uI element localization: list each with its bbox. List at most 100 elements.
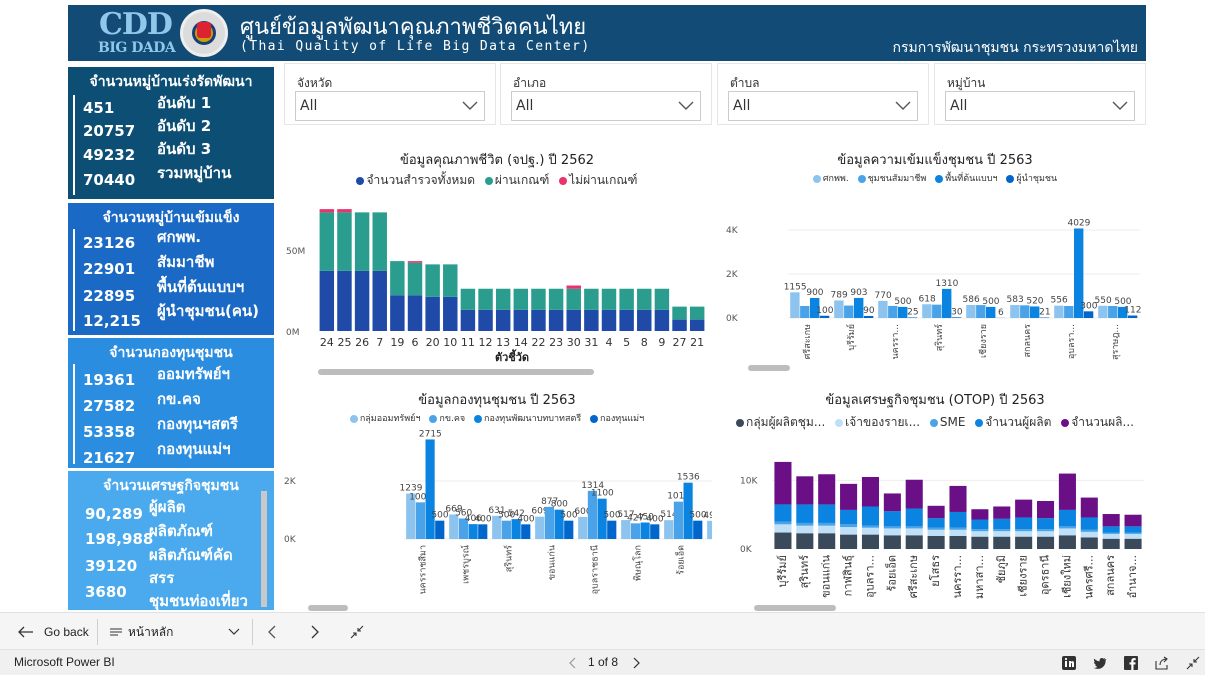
- bar-0: [535, 516, 545, 539]
- bar-0: [922, 304, 932, 318]
- data-label: 2715: [419, 429, 442, 439]
- x-tick-label: 31: [584, 336, 598, 349]
- next-page-button[interactable]: [311, 613, 319, 651]
- x-tick-label: พิษณุโลก: [633, 545, 644, 581]
- bar-1: [1080, 531, 1098, 538]
- chevron-right-icon[interactable]: [629, 656, 643, 670]
- page-indicator: 1 of 8: [588, 655, 619, 669]
- data-label: 496: [703, 511, 712, 521]
- x-tick-label: มหาสา...: [973, 555, 986, 599]
- chart-community-strength[interactable]: ข้อมูลความเข้มแข็งชุมชน ปี 2563 ศกพพ. ชุ…: [724, 143, 1146, 375]
- chart-otop-economy[interactable]: ข้อมูลเศรษฐกิจชุมชน (OTOP) ปี 2563 กลุ่ม…: [724, 383, 1146, 611]
- bar-0: [1102, 538, 1120, 549]
- bar-3: [521, 524, 531, 539]
- x-tick-label: 25: [337, 336, 351, 349]
- bar-1: [1064, 306, 1074, 318]
- bar-1: [337, 212, 352, 271]
- page-menu-dropdown[interactable]: หน้าหลัก: [110, 613, 244, 651]
- kpi-scrollbar[interactable]: [261, 491, 267, 607]
- bar-3: [1036, 518, 1055, 530]
- bar-1: [630, 523, 640, 539]
- bar-1: [478, 288, 493, 310]
- kpi-value: 23126: [83, 234, 136, 252]
- bar-0: [840, 534, 858, 549]
- logo-cdd-text: CDD: [99, 7, 173, 42]
- bar-4: [840, 483, 858, 510]
- collapse-icon[interactable]: [1186, 656, 1200, 670]
- x-tick-label: ร้อยเอ็ด: [674, 545, 687, 575]
- bar-0: [1010, 305, 1020, 318]
- bar-0: [566, 309, 581, 331]
- data-label: 100: [816, 306, 833, 316]
- filter-village: หมู่บ้าน All: [934, 63, 1146, 125]
- bar-4: [1080, 497, 1098, 518]
- logo-big-text: BIG DADA: [98, 40, 176, 56]
- x-tick-label: สกลนคร: [1023, 324, 1033, 358]
- bar-1: [495, 288, 511, 310]
- bar-3: [435, 520, 445, 539]
- kpi-label: พื้นที่ต้นแบบฯ: [157, 278, 245, 296]
- district-dropdown[interactable]: All: [511, 91, 701, 121]
- bar-4: [971, 509, 989, 520]
- kpi-label: สรร: [149, 569, 175, 587]
- village-dropdown[interactable]: All: [945, 91, 1135, 121]
- exit-fullscreen-button[interactable]: [350, 613, 364, 651]
- kpi-value: 3680: [85, 583, 127, 601]
- go-back-button[interactable]: Go back: [18, 613, 89, 651]
- bar-0: [689, 319, 705, 331]
- data-label: 800: [551, 500, 568, 510]
- previous-page-button[interactable]: [268, 613, 276, 651]
- x-tick-label: ร้อยเอ็ด: [884, 555, 898, 591]
- bar-2: [905, 526, 923, 529]
- province-dropdown[interactable]: All: [295, 91, 485, 121]
- horizontal-scrollbar[interactable]: [754, 605, 836, 611]
- bar-0: [878, 300, 888, 318]
- bar-1: [932, 304, 942, 318]
- bar-4: [1102, 514, 1120, 527]
- twitter-icon[interactable]: [1093, 656, 1107, 670]
- bar-3: [907, 317, 918, 318]
- data-label: 550: [1095, 296, 1112, 306]
- dropdown-value: All: [516, 98, 534, 114]
- bar-0: [425, 296, 440, 331]
- chevron-down-icon: [678, 101, 694, 110]
- arrow-left-icon: [18, 626, 33, 638]
- bar-1: [601, 288, 617, 310]
- x-tick-label: ขอนแก่น: [548, 545, 558, 580]
- bar-0: [993, 536, 1011, 549]
- chart-community-funds[interactable]: ข้อมูลกองทุนชุมชน ปี 2563 กลุ่มออมทรัพย์…: [282, 383, 712, 611]
- bar-1: [415, 502, 425, 539]
- x-tick-label: เชียงราย: [1017, 555, 1030, 597]
- facebook-icon[interactable]: [1124, 656, 1138, 670]
- kpi-panel-community-economy: จำนวนเศรษฐกิจชุมชน 90,289 ผู้ผลิต 198,98…: [68, 471, 274, 610]
- bar-0: [790, 292, 800, 318]
- bar-0: [1080, 537, 1098, 549]
- bar-1: [443, 264, 458, 297]
- x-tick-label: 9: [658, 336, 665, 349]
- chevron-left-icon[interactable]: [566, 656, 580, 670]
- chart-plot: 0K 10K บุรีรัมย์ สุรินทร์ ขอนแก่น กาฬสินธุ์ อุ…: [740, 461, 1144, 599]
- horizontal-scrollbar[interactable]: [308, 605, 348, 611]
- horizontal-scrollbar[interactable]: [748, 365, 790, 371]
- x-tick-label: สุราษฎ...: [1111, 324, 1121, 360]
- bar-3: [774, 504, 792, 522]
- chevron-down-icon: [462, 101, 478, 110]
- x-tick-label: ขอนแก่น: [820, 555, 833, 598]
- bar-1: [548, 288, 564, 310]
- bar-1: [861, 527, 880, 535]
- data-label: 1310: [935, 279, 958, 289]
- subdistrict-dropdown[interactable]: All: [728, 91, 918, 121]
- horizontal-scrollbar[interactable]: [318, 369, 594, 375]
- kpi-title: จำนวนเศรษฐกิจชุมชน: [103, 478, 239, 494]
- bar-3: [927, 518, 945, 528]
- bar-1: [883, 528, 901, 536]
- share-icon[interactable]: [1155, 656, 1169, 670]
- bar-0: [460, 309, 476, 331]
- kpi-value: 20757: [83, 122, 136, 140]
- x-tick-label: 19: [390, 336, 404, 349]
- linkedin-icon[interactable]: [1062, 656, 1076, 670]
- bar-3: [1015, 517, 1033, 530]
- bar-1: [927, 529, 945, 536]
- chart-quality-of-life[interactable]: ข้อมูลคุณภาพชีวิต (จปฐ.) ปี 2562 จำนวนสำ…: [282, 143, 712, 375]
- bar-1: [1058, 528, 1076, 536]
